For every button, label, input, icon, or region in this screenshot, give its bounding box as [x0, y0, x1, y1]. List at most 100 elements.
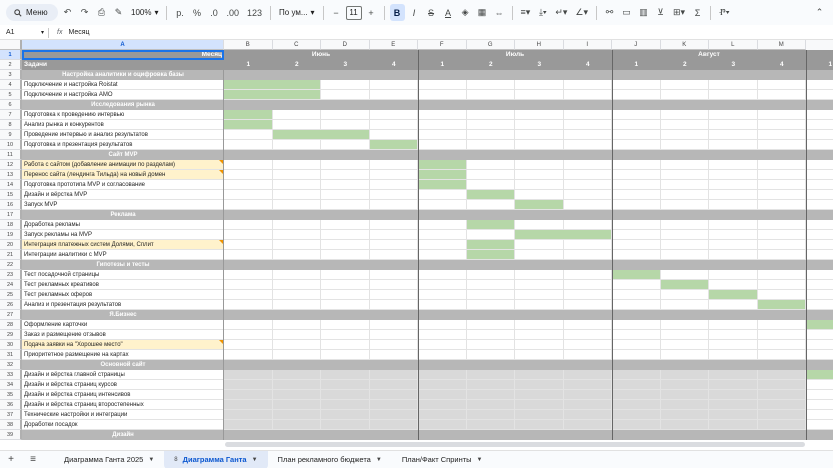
- week-cell[interactable]: [515, 170, 564, 180]
- week-cell[interactable]: [272, 390, 321, 400]
- week-cell[interactable]: [466, 180, 515, 190]
- row-header[interactable]: 10: [0, 140, 22, 150]
- week-cell[interactable]: [709, 330, 758, 340]
- week-cell[interactable]: [757, 400, 806, 410]
- week-cell[interactable]: [709, 250, 758, 260]
- week-cell[interactable]: [612, 200, 661, 210]
- week-cell[interactable]: [369, 240, 418, 250]
- week-cell[interactable]: [563, 200, 612, 210]
- week-cell[interactable]: [515, 330, 564, 340]
- text-color-button[interactable]: A: [441, 4, 456, 21]
- week-cell[interactable]: [369, 250, 418, 260]
- task-name-cell[interactable]: Дизайн и вёрстка MVP: [22, 190, 224, 200]
- week-cell[interactable]: [612, 140, 661, 150]
- week-cell[interactable]: [660, 380, 709, 390]
- week-cell[interactable]: [660, 230, 709, 240]
- task-name-cell[interactable]: Перенос сайта (лендинга Тильда) на новый…: [22, 170, 224, 180]
- week-cell[interactable]: [660, 180, 709, 190]
- week-cell[interactable]: [757, 410, 806, 420]
- week-cell[interactable]: [660, 130, 709, 140]
- row-header[interactable]: 12: [0, 160, 22, 170]
- task-name-cell[interactable]: Подготовка прототипа MVP и согласование: [22, 180, 224, 190]
- week-cell[interactable]: [660, 340, 709, 350]
- task-name-cell[interactable]: Тест рекламных креативов: [22, 280, 224, 290]
- week-cell[interactable]: [369, 120, 418, 130]
- filter-views-icon[interactable]: ⊞▾: [670, 4, 688, 21]
- week-cell[interactable]: [806, 340, 833, 350]
- week-cell[interactable]: [321, 140, 370, 150]
- week-cell[interactable]: [272, 400, 321, 410]
- week-cell[interactable]: [466, 280, 515, 290]
- week-cell[interactable]: [757, 250, 806, 260]
- currency-format-button[interactable]: р.: [172, 4, 187, 21]
- row-header[interactable]: 39: [0, 430, 22, 440]
- week-cell[interactable]: [757, 290, 806, 300]
- week-cell[interactable]: [806, 230, 833, 240]
- week-cell[interactable]: [418, 370, 467, 380]
- week-cell[interactable]: [806, 80, 833, 90]
- week-cell[interactable]: [369, 400, 418, 410]
- filter-icon[interactable]: ⊻: [653, 4, 668, 21]
- redo-icon[interactable]: ↷: [77, 4, 92, 21]
- week-cell[interactable]: [563, 330, 612, 340]
- week-cell[interactable]: [272, 290, 321, 300]
- week-cell[interactable]: [806, 300, 833, 310]
- week-cell[interactable]: [660, 220, 709, 230]
- font-size-increase-button[interactable]: +: [364, 4, 379, 21]
- row-header[interactable]: 16: [0, 200, 22, 210]
- week-cell[interactable]: [272, 270, 321, 280]
- week-cell[interactable]: [515, 280, 564, 290]
- menu-search-button[interactable]: Меню: [6, 4, 58, 21]
- week-cell[interactable]: [612, 190, 661, 200]
- week-cell[interactable]: [612, 220, 661, 230]
- paint-format-icon[interactable]: ✎: [111, 4, 126, 21]
- week-cell[interactable]: [709, 120, 758, 130]
- font-size-input[interactable]: 11: [345, 5, 362, 20]
- week-cell[interactable]: [224, 300, 273, 310]
- week-cell[interactable]: [272, 410, 321, 420]
- week-cell[interactable]: [515, 320, 564, 330]
- horizontal-scrollbar[interactable]: [225, 442, 805, 447]
- row-header[interactable]: 2: [0, 60, 22, 70]
- week-cell[interactable]: [709, 90, 758, 100]
- week-cell[interactable]: [418, 120, 467, 130]
- week-cell[interactable]: [224, 140, 273, 150]
- task-name-cell[interactable]: Анализ и презентация результатов: [22, 300, 224, 310]
- week-cell[interactable]: [757, 340, 806, 350]
- week-cell[interactable]: [806, 90, 833, 100]
- week-cell[interactable]: [515, 340, 564, 350]
- week-cell[interactable]: [466, 130, 515, 140]
- week-cell[interactable]: [321, 250, 370, 260]
- week-cell[interactable]: [660, 160, 709, 170]
- week-cell[interactable]: [612, 390, 661, 400]
- week-cell[interactable]: [709, 80, 758, 90]
- week-cell[interactable]: [660, 170, 709, 180]
- week-cell[interactable]: [369, 180, 418, 190]
- week-cell[interactable]: [418, 320, 467, 330]
- text-rotate-icon[interactable]: ∠▾: [572, 4, 591, 21]
- week-cell[interactable]: [660, 200, 709, 210]
- week-cell[interactable]: [272, 220, 321, 230]
- week-cell[interactable]: [369, 90, 418, 100]
- week-cell[interactable]: [806, 140, 833, 150]
- font-select[interactable]: По ум... ▾: [276, 8, 318, 17]
- week-cell[interactable]: [369, 270, 418, 280]
- week-cell[interactable]: [466, 400, 515, 410]
- week-cell[interactable]: [757, 420, 806, 430]
- task-name-cell[interactable]: Подготовка и презентация результатов: [22, 140, 224, 150]
- week-cell[interactable]: [806, 350, 833, 360]
- week-cell[interactable]: [806, 160, 833, 170]
- task-name-cell[interactable]: Оформление карточки: [22, 320, 224, 330]
- week-cell[interactable]: [515, 120, 564, 130]
- week-cell[interactable]: [321, 170, 370, 180]
- week-cell[interactable]: [806, 120, 833, 130]
- week-cell[interactable]: [709, 370, 758, 380]
- week-cell[interactable]: [321, 300, 370, 310]
- week-cell[interactable]: [515, 220, 564, 230]
- week-cell[interactable]: [563, 370, 612, 380]
- week-cell[interactable]: [563, 170, 612, 180]
- week-cell[interactable]: [515, 300, 564, 310]
- week-cell[interactable]: [757, 160, 806, 170]
- week-cell[interactable]: [660, 140, 709, 150]
- row-header[interactable]: 11: [0, 150, 22, 160]
